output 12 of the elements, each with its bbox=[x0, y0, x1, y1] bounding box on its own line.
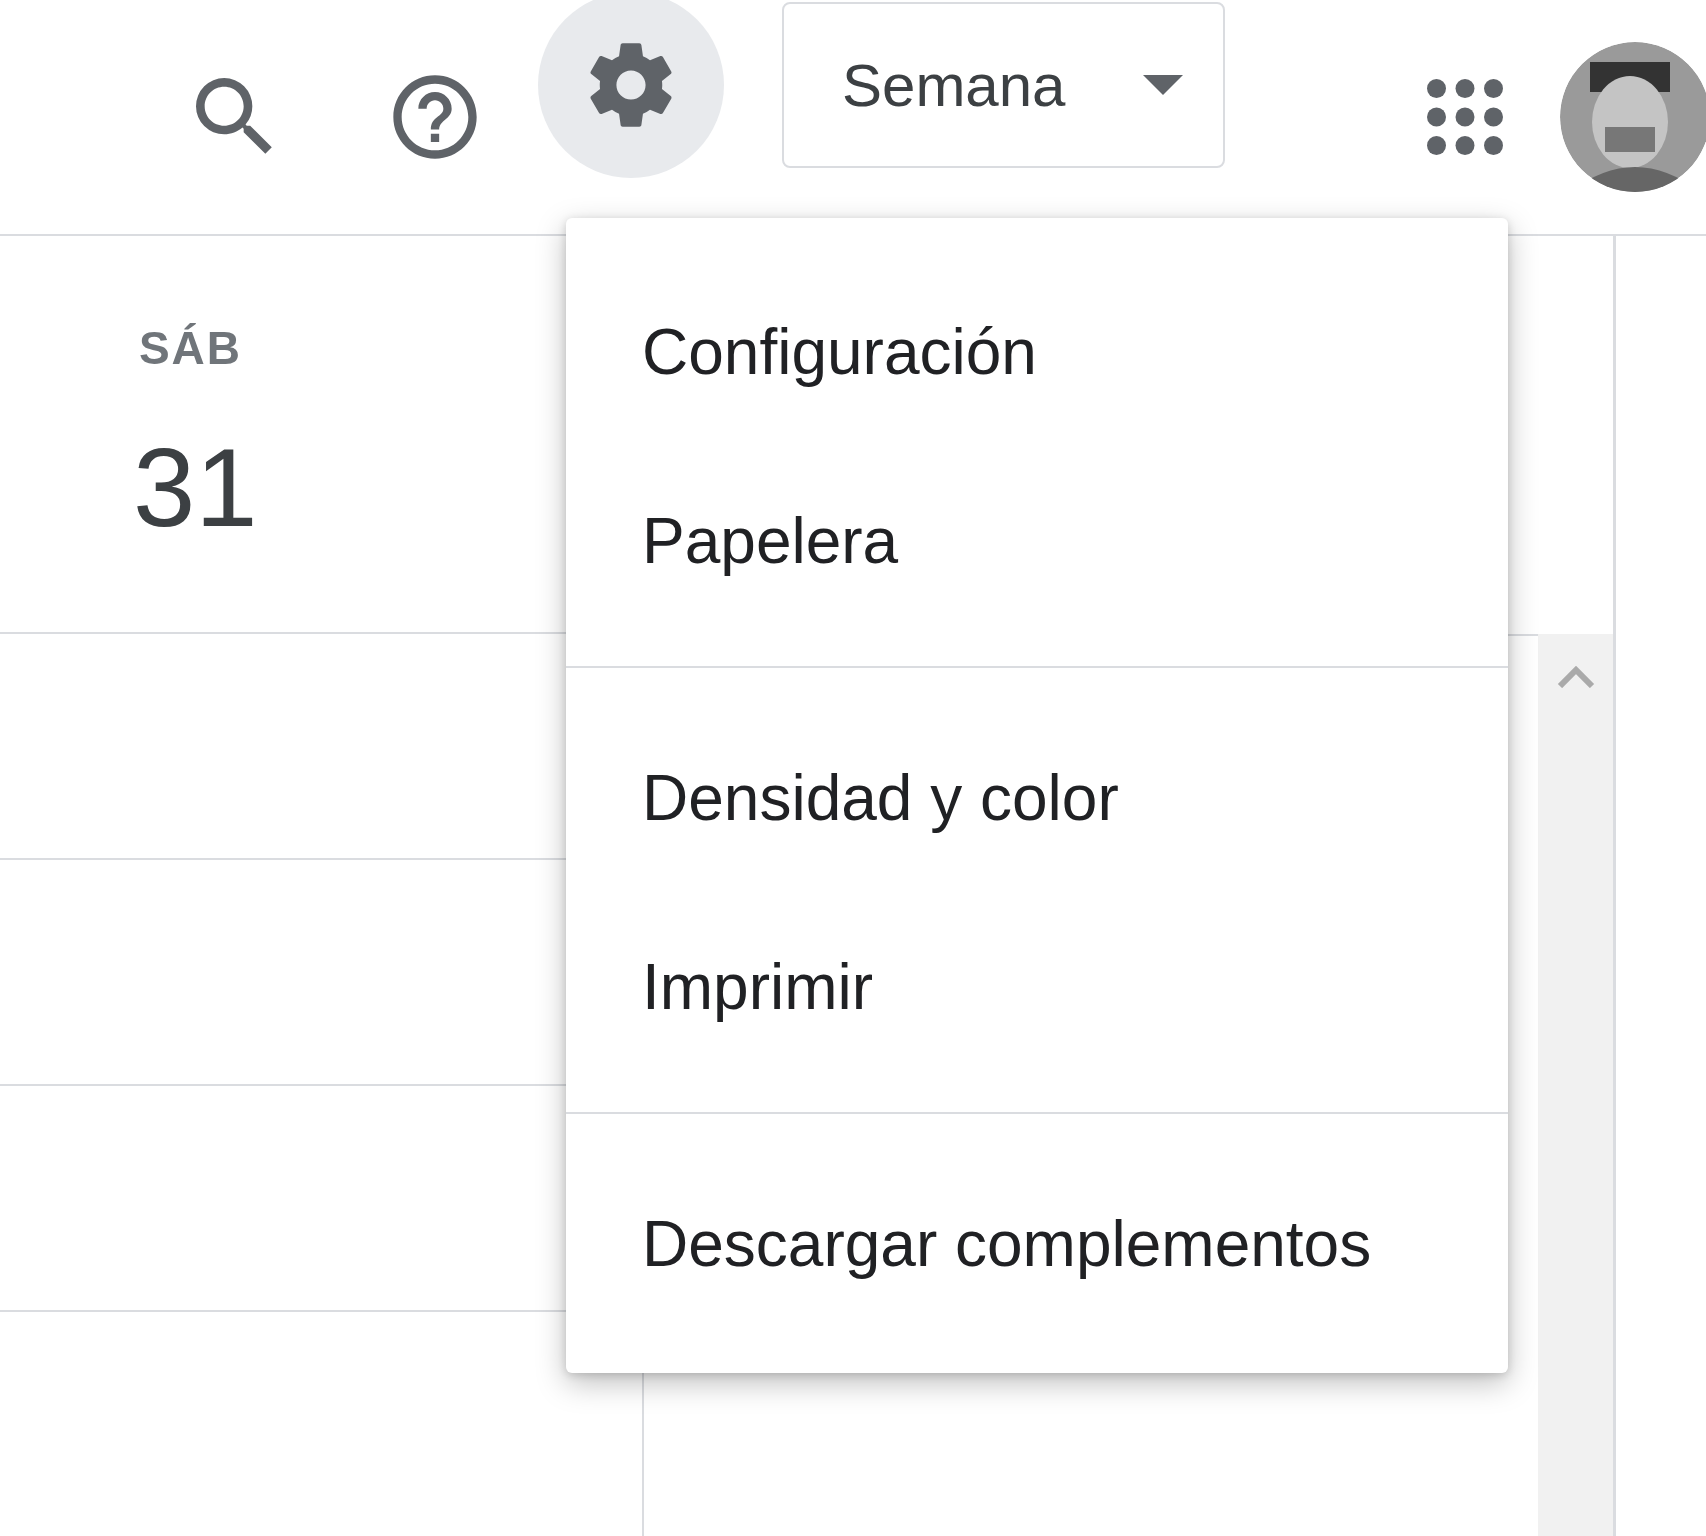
menu-item[interactable]: Descargar complementos bbox=[566, 1149, 1372, 1338]
menu-item[interactable]: Densidad y color bbox=[566, 703, 1119, 892]
chevron-up-icon bbox=[1555, 664, 1596, 688]
apps-grid-icon bbox=[1427, 79, 1503, 155]
menu-item[interactable]: Configuración bbox=[566, 257, 1037, 446]
scrollbar[interactable] bbox=[1538, 634, 1613, 1536]
weekday-label: SÁB bbox=[137, 321, 244, 375]
menu-item[interactable]: Imprimir bbox=[566, 892, 874, 1081]
date-number[interactable]: 31 bbox=[133, 423, 263, 552]
caret-icon bbox=[1143, 75, 1183, 95]
view-dropdown[interactable]: Semana bbox=[782, 2, 1225, 168]
menu-item[interactable]: Papelera bbox=[566, 446, 899, 635]
